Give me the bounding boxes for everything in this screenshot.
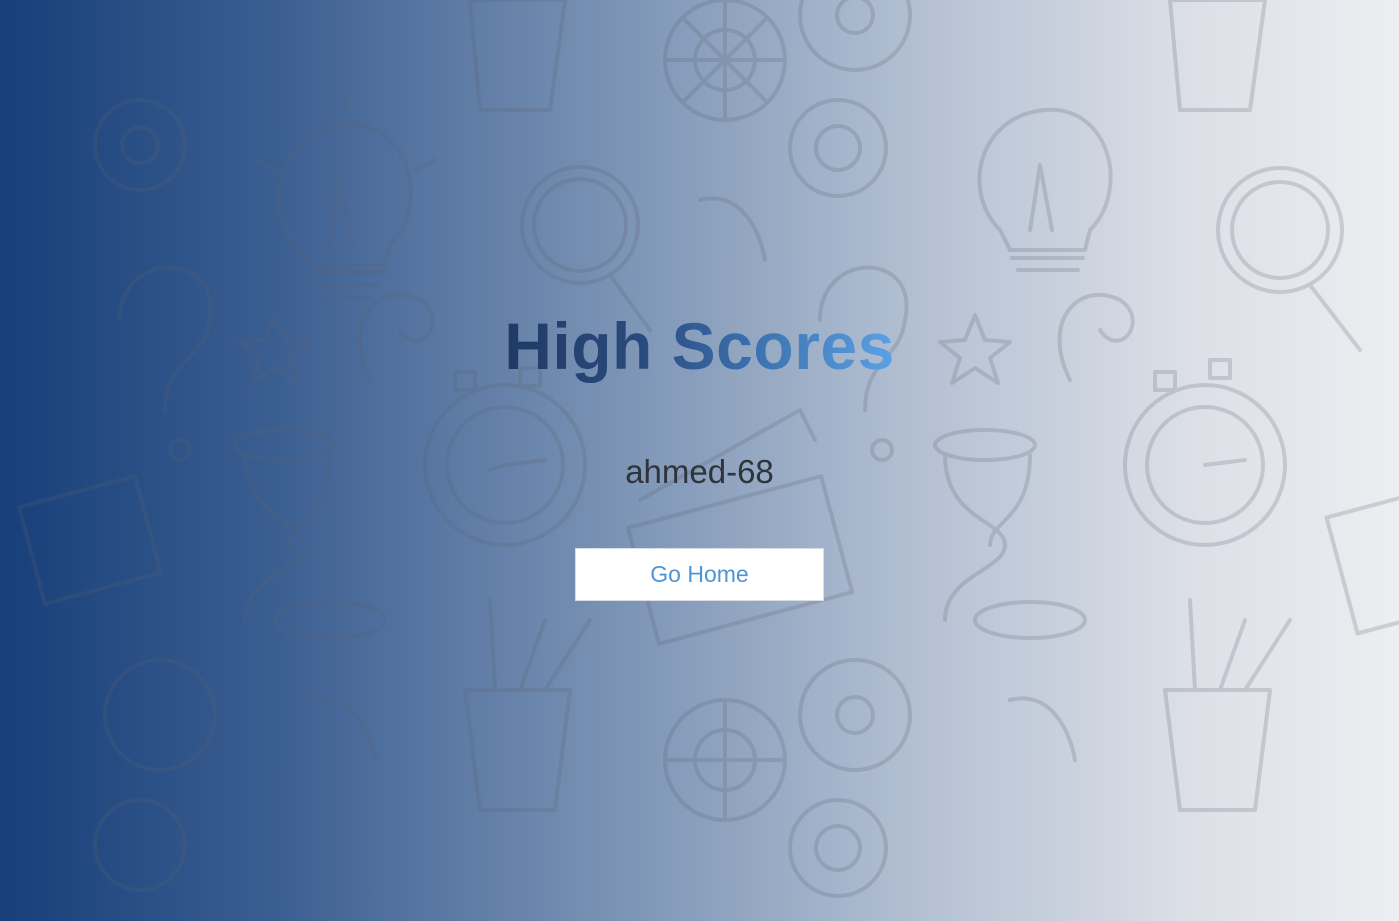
high-scores-screen: High Scores ahmed-68 Go Home [0,0,1399,921]
page-title: High Scores [0,306,1399,386]
high-score-entry: ahmed-68 [625,453,774,490]
go-home-button[interactable]: Go Home [575,548,824,601]
page-title-text: High Scores [504,306,895,386]
